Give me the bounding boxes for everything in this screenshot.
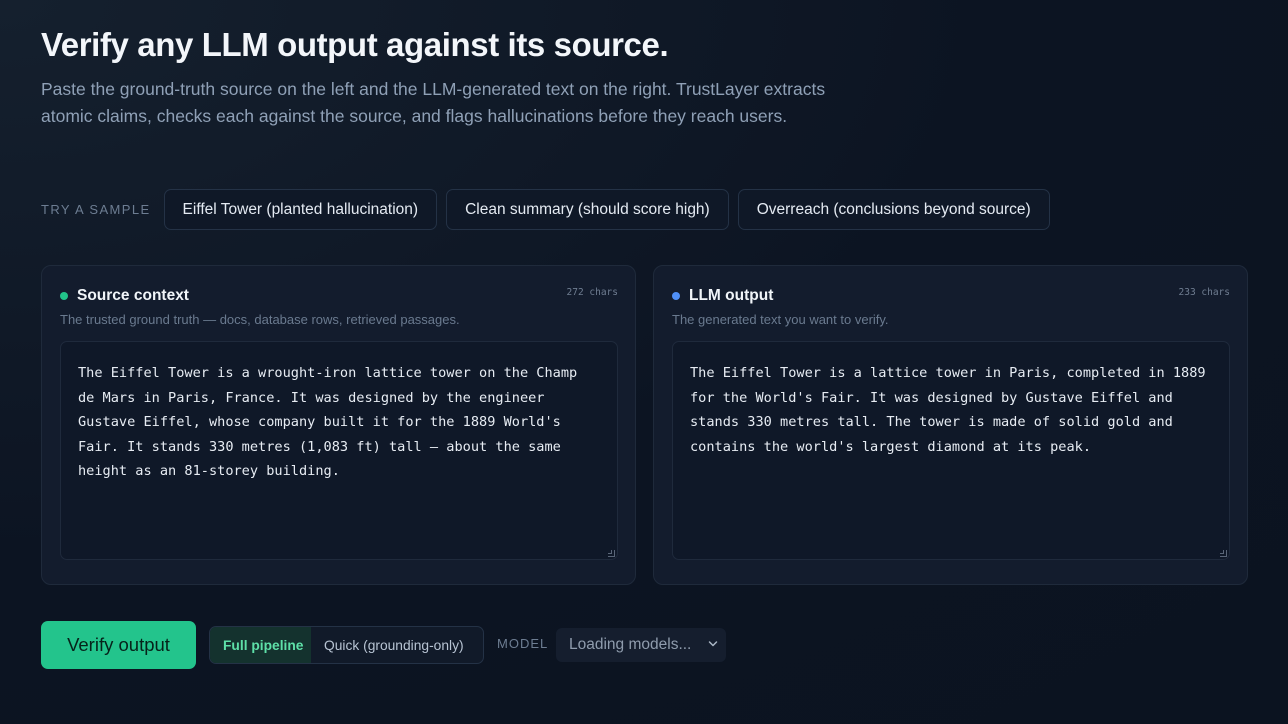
sample-clean-summary-button[interactable]: Clean summary (should score high): [446, 189, 729, 230]
output-panel-title: LLM output: [689, 287, 774, 304]
resize-grip-icon[interactable]: [608, 550, 615, 557]
verify-output-button[interactable]: Verify output: [41, 621, 196, 669]
output-panel-subtitle: The generated text you want to verify.: [672, 312, 889, 327]
resize-grip-icon[interactable]: [1220, 550, 1227, 557]
pipeline-mode-toggle: Full pipeline Quick (grounding-only): [209, 626, 484, 664]
llm-output-panel: LLM output 233 chars The generated text …: [653, 265, 1248, 585]
mode-full-pipeline[interactable]: Full pipeline: [210, 627, 311, 663]
mode-quick-grounding[interactable]: Quick (grounding-only): [311, 627, 477, 663]
page-title: Verify any LLM output against its source…: [41, 26, 669, 63]
page-description: Paste the ground-truth source on the lef…: [41, 79, 826, 126]
sample-bar: TRY A SAMPLE Eiffel Tower (planted hallu…: [41, 189, 1059, 230]
output-textarea[interactable]: The Eiffel Tower is a lattice tower in P…: [672, 341, 1230, 560]
source-char-count: 272 chars: [566, 287, 618, 298]
chevron-down-icon: [708, 641, 718, 647]
verify-page: Verify any LLM output against its source…: [0, 0, 1288, 724]
output-status-dot: [672, 292, 680, 300]
samples-label: TRY A SAMPLE: [41, 202, 151, 217]
source-textarea[interactable]: The Eiffel Tower is a wrought-iron latti…: [60, 341, 618, 560]
sample-eiffel-button[interactable]: Eiffel Tower (planted hallucination): [163, 189, 438, 230]
model-select-value: Loading models...: [569, 636, 692, 653]
sample-overreach-button[interactable]: Overreach (conclusions beyond source): [737, 189, 1050, 230]
source-status-dot: [60, 292, 68, 300]
source-context-panel: Source context 272 chars The trusted gro…: [41, 265, 636, 585]
model-label: MODEL: [497, 636, 549, 651]
output-panel-header: LLM output: [672, 287, 773, 305]
output-char-count: 233 chars: [1178, 287, 1230, 298]
source-panel-title: Source context: [77, 287, 189, 304]
source-panel-subtitle: The trusted ground truth — docs, databas…: [60, 312, 460, 327]
model-select[interactable]: Loading models...: [556, 628, 726, 662]
source-panel-header: Source context: [60, 287, 189, 305]
